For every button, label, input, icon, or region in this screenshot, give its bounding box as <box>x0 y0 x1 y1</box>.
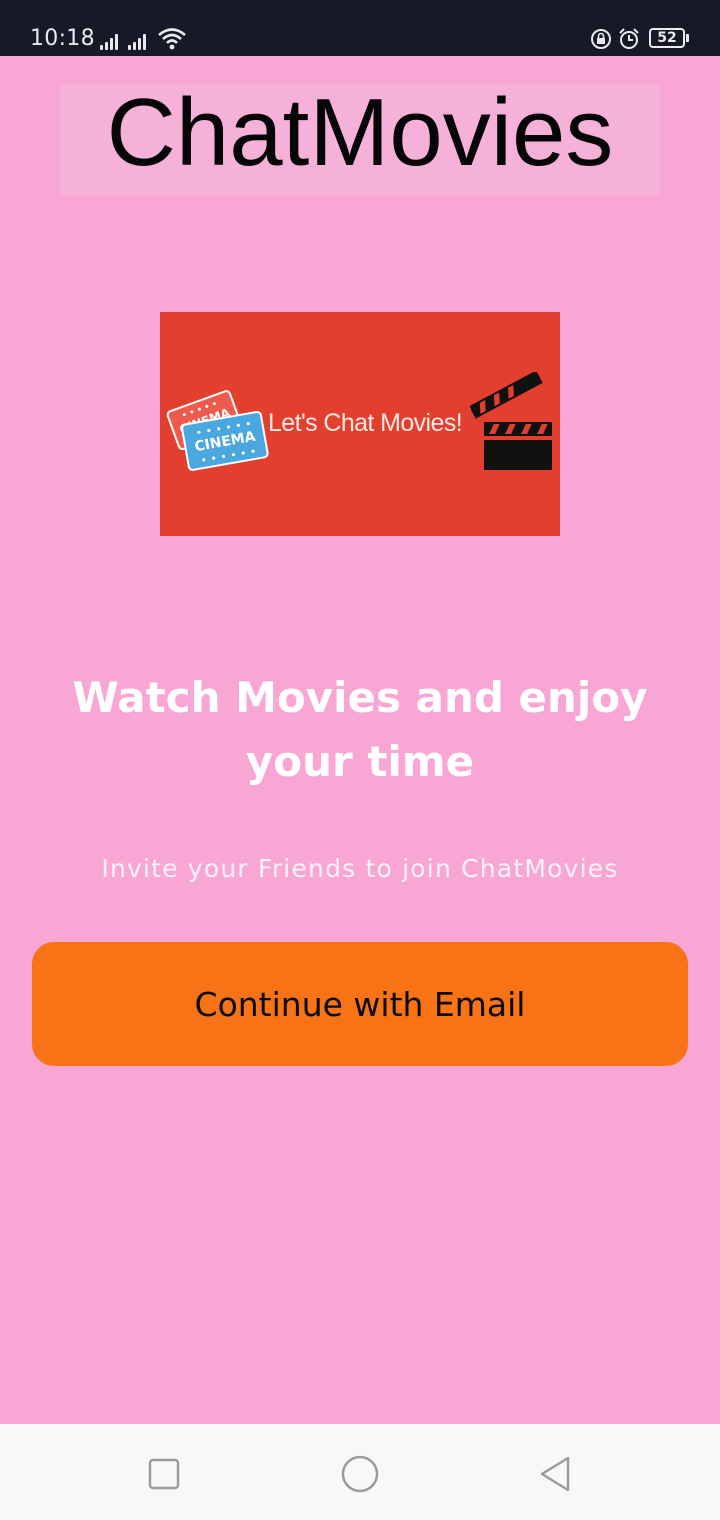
back-icon[interactable] <box>536 1454 576 1494</box>
cinema-tickets-icon: CINEMA CINEMA <box>166 390 269 471</box>
banner-image: CINEMA CINEMA Let's Chat Movies! <box>160 312 560 536</box>
signal-icon <box>100 32 122 50</box>
home-icon[interactable] <box>340 1454 380 1494</box>
invite-subline: Invite your Friends to join ChatMovies <box>101 854 619 883</box>
battery-icon: 52 <box>649 28 685 48</box>
headline: Watch Movies and enjoy your time <box>72 673 648 786</box>
battery-tip <box>686 34 689 42</box>
logo-text: ChatMovies <box>106 79 614 186</box>
recents-icon[interactable] <box>144 1454 184 1494</box>
alarm-icon <box>619 28 639 49</box>
signal-icon <box>128 32 150 50</box>
lock-rotation-icon <box>591 29 611 49</box>
status-bar: 10:18 52 <box>0 0 720 56</box>
clapperboard-icon <box>470 372 552 470</box>
navigation-bar <box>0 1424 720 1520</box>
wifi-icon <box>158 28 186 50</box>
status-time: 10:18 <box>30 26 95 51</box>
continue-with-email-button[interactable]: Continue with Email <box>32 942 688 1066</box>
banner-text: Let's Chat Movies! <box>268 409 463 437</box>
app-logo: ChatMovies <box>60 79 660 196</box>
